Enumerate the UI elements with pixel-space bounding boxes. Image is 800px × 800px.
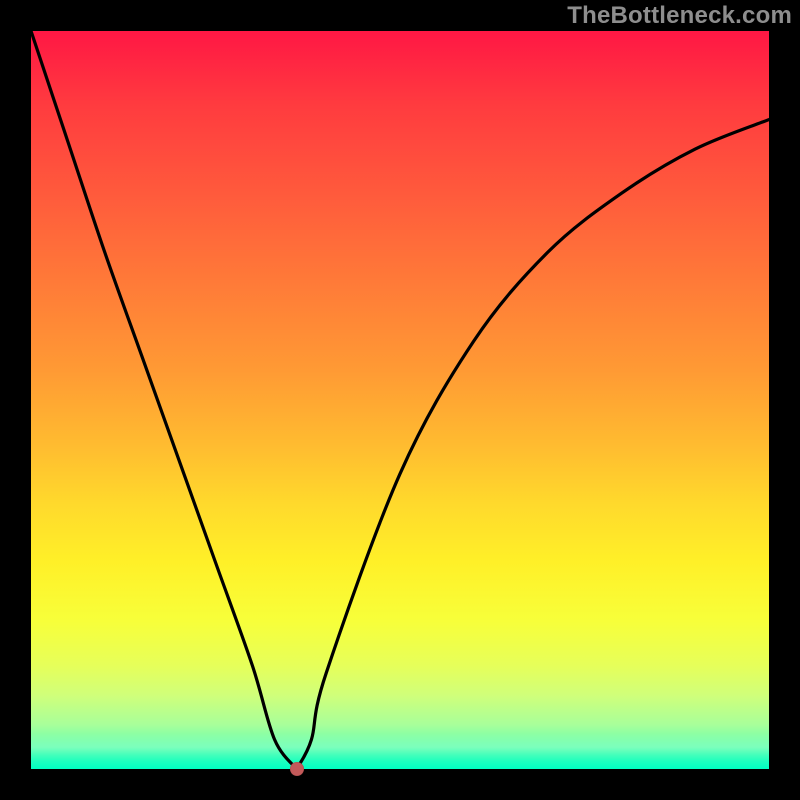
bottleneck-curve-path (31, 31, 769, 769)
chart-stage: TheBottleneck.com (0, 0, 800, 800)
minimum-marker (290, 762, 304, 776)
plot-area (31, 31, 769, 769)
watermark-text: TheBottleneck.com (567, 2, 792, 30)
curve-svg (31, 31, 769, 769)
